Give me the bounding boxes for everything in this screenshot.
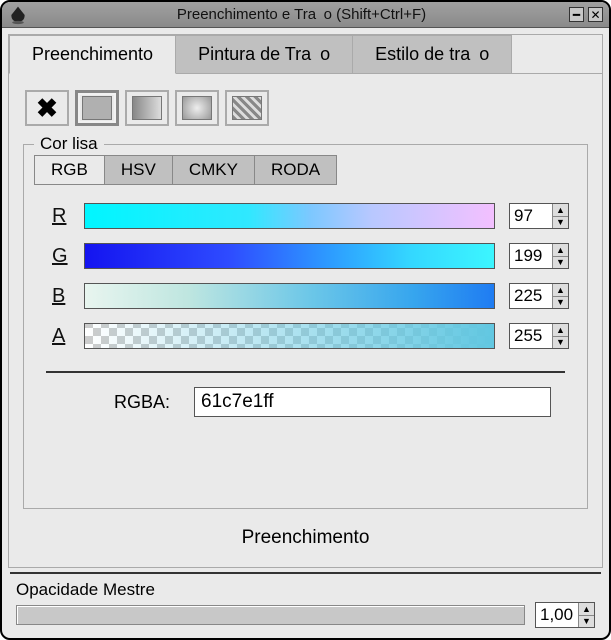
spin-up-g[interactable]: ▲: [553, 244, 568, 257]
slider-r[interactable]: [84, 203, 495, 229]
channel-row-g: G ▲▼: [52, 243, 569, 269]
spin-down-r[interactable]: ▼: [553, 217, 568, 229]
color-model-tabs: RGB HSV CMKY RODA: [34, 155, 577, 185]
master-opacity-slider[interactable]: [16, 605, 525, 625]
slider-a[interactable]: [84, 323, 495, 349]
spin-b: ▲▼: [509, 283, 569, 309]
paint-linear-button[interactable]: [125, 90, 169, 126]
spin-up-r[interactable]: ▲: [553, 204, 568, 217]
bottom-mode-label: Preenchimento: [19, 509, 592, 555]
spin-down-a[interactable]: ▼: [553, 337, 568, 349]
hex-input[interactable]: [194, 387, 551, 417]
main-panel: Preenchimento Pintura de Tra o Estilo de…: [8, 34, 603, 568]
tab-stroke-style[interactable]: Estilo de tra o: [352, 35, 512, 74]
channel-label-r: R: [52, 205, 70, 228]
pattern-icon: [232, 96, 262, 120]
spin-up-b[interactable]: ▲: [553, 284, 568, 297]
paint-pattern-button[interactable]: [225, 90, 269, 126]
paint-type-row: ✖: [25, 90, 592, 126]
master-opacity: Opacidade Mestre ▲▼: [8, 578, 603, 636]
master-opacity-row: ▲▼: [16, 602, 595, 628]
channel-row-b: B ▲▼: [52, 283, 569, 309]
paint-flat-button[interactable]: [75, 90, 119, 126]
input-master[interactable]: [536, 603, 578, 627]
input-a[interactable]: [510, 324, 552, 348]
window-title: Preenchimento e Tra o (Shift+Ctrl+F): [38, 6, 565, 23]
flat-color-fieldset: Cor lisa RGB HSV CMKY RODA R: [23, 144, 588, 509]
paint-none-button[interactable]: ✖: [25, 90, 69, 126]
divider: [46, 371, 565, 373]
channel-label-b: B: [52, 285, 70, 308]
separator: [10, 572, 601, 574]
spin-up-a[interactable]: ▲: [553, 324, 568, 337]
fieldset-legend: Cor lisa: [34, 134, 104, 154]
channel-row-r: R ▲▼: [52, 203, 569, 229]
spin-up-master[interactable]: ▲: [579, 603, 594, 616]
spin-r: ▲▼: [509, 203, 569, 229]
tab-stroke-paint[interactable]: Pintura de Tra o: [175, 35, 353, 74]
slider-b[interactable]: [84, 283, 495, 309]
spin-down-b[interactable]: ▼: [553, 297, 568, 309]
spin-down-master[interactable]: ▼: [579, 616, 594, 628]
input-b[interactable]: [510, 284, 552, 308]
color-tab-hsv[interactable]: HSV: [104, 155, 173, 185]
flat-swatch-icon: [82, 96, 112, 120]
master-opacity-label: Opacidade Mestre: [16, 580, 595, 600]
content-area: Preenchimento Pintura de Tra o Estilo de…: [2, 28, 609, 638]
app-icon: [8, 5, 28, 25]
hex-row: RGBA:: [34, 387, 577, 421]
paint-radial-button[interactable]: [175, 90, 219, 126]
channel-label-g: G: [52, 245, 70, 268]
titlebar: Preenchimento e Tra o (Shift+Ctrl+F) ━ ✕: [2, 2, 609, 28]
color-tab-cmyk[interactable]: CMKY: [172, 155, 255, 185]
rgb-channels: R ▲▼ G ▲▼: [34, 203, 577, 349]
channel-row-a: A ▲▼: [52, 323, 569, 349]
spin-g: ▲▼: [509, 243, 569, 269]
fill-stroke-dialog: Preenchimento e Tra o (Shift+Ctrl+F) ━ ✕…: [0, 0, 611, 640]
spin-master: ▲▼: [535, 602, 595, 628]
hex-label: RGBA:: [114, 392, 170, 413]
radial-gradient-icon: [182, 96, 212, 120]
minimize-button[interactable]: ━: [569, 7, 584, 22]
channel-label-a: A: [52, 325, 70, 348]
color-tab-wheel[interactable]: RODA: [254, 155, 337, 185]
tab-body: ✖ Cor lisa RGB HSV CMKY RODA: [9, 73, 602, 567]
input-r[interactable]: [510, 204, 552, 228]
spin-a: ▲▼: [509, 323, 569, 349]
slider-g[interactable]: [84, 243, 495, 269]
spin-down-g[interactable]: ▼: [553, 257, 568, 269]
input-g[interactable]: [510, 244, 552, 268]
linear-gradient-icon: [132, 96, 162, 120]
x-icon: ✖: [36, 93, 58, 124]
main-tabs: Preenchimento Pintura de Tra o Estilo de…: [9, 35, 602, 74]
tab-fill[interactable]: Preenchimento: [9, 35, 176, 74]
close-button[interactable]: ✕: [588, 7, 603, 22]
color-tab-rgb[interactable]: RGB: [34, 155, 105, 185]
